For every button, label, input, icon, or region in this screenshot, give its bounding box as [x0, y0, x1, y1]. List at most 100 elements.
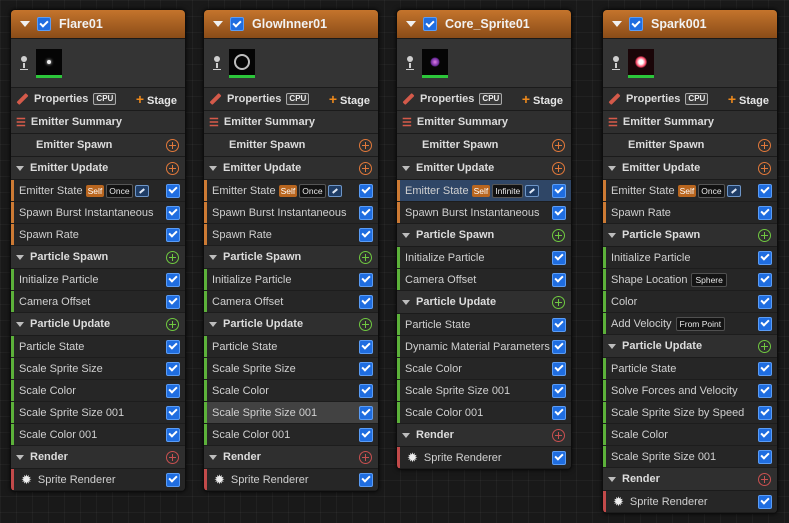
- section-header[interactable]: Emitter Spawn: [11, 134, 185, 157]
- chevron-down-icon[interactable]: [608, 165, 616, 171]
- add-stage-button[interactable]: + Stage: [522, 91, 563, 107]
- module-row[interactable]: Camera Offset: [11, 291, 185, 313]
- pin-icon[interactable]: [405, 56, 415, 70]
- module-row[interactable]: Particle State: [603, 358, 777, 380]
- module-enable-checkbox[interactable]: [166, 472, 180, 487]
- section-header[interactable]: ☰ Emitter Summary: [603, 111, 777, 134]
- enable-checkbox[interactable]: [37, 17, 51, 31]
- add-stage-button[interactable]: + Stage: [136, 91, 177, 107]
- section-header[interactable]: Emitter Spawn: [397, 134, 571, 157]
- collapse-caret-icon[interactable]: [406, 21, 416, 27]
- add-module-button[interactable]: [359, 450, 372, 464]
- module-row[interactable]: Scale Sprite Size 001: [11, 402, 185, 424]
- module-row[interactable]: Scale Sprite Size by Speed: [603, 402, 777, 424]
- module-enable-checkbox[interactable]: [758, 449, 772, 464]
- chevron-down-icon[interactable]: [402, 432, 410, 438]
- module-enable-checkbox[interactable]: [359, 205, 373, 220]
- section-header[interactable]: Particle Spawn: [204, 246, 378, 269]
- add-module-button[interactable]: [166, 138, 179, 152]
- module-row[interactable]: Scale Color 001: [204, 424, 378, 446]
- module-row[interactable]: Scale Color 001: [397, 402, 571, 424]
- add-module-button[interactable]: [758, 161, 771, 175]
- module-enable-checkbox[interactable]: [166, 294, 180, 309]
- edit-curve-icon[interactable]: [327, 184, 342, 197]
- add-module-button[interactable]: [552, 138, 565, 152]
- section-header[interactable]: Render: [204, 446, 378, 469]
- chevron-down-icon[interactable]: [16, 254, 24, 260]
- module-enable-checkbox[interactable]: [166, 405, 180, 420]
- module-enable-checkbox[interactable]: [359, 183, 373, 198]
- module-row[interactable]: ✹ Sprite Renderer: [397, 447, 571, 469]
- module-enable-checkbox[interactable]: [552, 317, 566, 332]
- properties-bar[interactable]: Properties CPU + Stage: [603, 88, 777, 111]
- add-stage-button[interactable]: + Stage: [728, 91, 769, 107]
- module-row[interactable]: ✹ Sprite Renderer: [603, 491, 777, 513]
- module-row[interactable]: ✹ Sprite Renderer: [11, 469, 185, 491]
- enable-checkbox[interactable]: [629, 17, 643, 31]
- add-module-button[interactable]: [166, 250, 179, 264]
- module-enable-checkbox[interactable]: [166, 339, 180, 354]
- chevron-down-icon[interactable]: [402, 165, 410, 171]
- module-enable-checkbox[interactable]: [359, 361, 373, 376]
- module-row[interactable]: Scale Sprite Size: [204, 358, 378, 380]
- add-module-button[interactable]: [552, 228, 565, 242]
- chevron-down-icon[interactable]: [402, 232, 410, 238]
- edit-curve-icon[interactable]: [134, 184, 149, 197]
- module-row[interactable]: Scale Color: [603, 424, 777, 446]
- chevron-down-icon[interactable]: [608, 476, 616, 482]
- add-stage-button[interactable]: + Stage: [329, 91, 370, 107]
- section-header[interactable]: ☰ Emitter Summary: [204, 111, 378, 134]
- module-row[interactable]: Spawn Burst Instantaneous: [397, 202, 571, 224]
- module-enable-checkbox[interactable]: [359, 272, 373, 287]
- module-row[interactable]: Scale Sprite Size 001: [603, 446, 777, 468]
- pin-icon[interactable]: [212, 56, 222, 70]
- module-row[interactable]: Scale Sprite Size 001: [397, 380, 571, 402]
- add-module-button[interactable]: [758, 228, 771, 242]
- module-row[interactable]: Initialize Particle: [603, 247, 777, 269]
- module-row[interactable]: Dynamic Material Parameters: [397, 336, 571, 358]
- module-row[interactable]: Emitter State Self Once: [204, 180, 378, 202]
- add-module-button[interactable]: [166, 450, 179, 464]
- module-row[interactable]: Particle State: [397, 314, 571, 336]
- module-row[interactable]: Camera Offset: [397, 269, 571, 291]
- section-header[interactable]: Render: [397, 424, 571, 447]
- module-enable-checkbox[interactable]: [359, 405, 373, 420]
- module-enable-checkbox[interactable]: [758, 361, 772, 376]
- module-enable-checkbox[interactable]: [552, 272, 566, 287]
- module-row[interactable]: Spawn Rate: [603, 202, 777, 224]
- module-enable-checkbox[interactable]: [758, 250, 772, 265]
- chevron-down-icon[interactable]: [16, 321, 24, 327]
- section-header[interactable]: Particle Update: [397, 291, 571, 314]
- module-row[interactable]: Shape Location Sphere: [603, 269, 777, 291]
- add-module-button[interactable]: [758, 472, 771, 486]
- module-enable-checkbox[interactable]: [758, 383, 772, 398]
- module-enable-checkbox[interactable]: [552, 339, 566, 354]
- module-enable-checkbox[interactable]: [166, 227, 180, 242]
- module-row[interactable]: Emitter State Self Once: [11, 180, 185, 202]
- enable-checkbox[interactable]: [230, 17, 244, 31]
- add-module-button[interactable]: [552, 428, 565, 442]
- module-enable-checkbox[interactable]: [166, 205, 180, 220]
- module-row[interactable]: Particle State: [11, 336, 185, 358]
- chevron-down-icon[interactable]: [209, 254, 217, 260]
- module-row[interactable]: Emitter State Self Once: [603, 180, 777, 202]
- enable-checkbox[interactable]: [423, 17, 437, 31]
- pin-icon[interactable]: [19, 56, 29, 70]
- chevron-down-icon[interactable]: [209, 454, 217, 460]
- module-enable-checkbox[interactable]: [166, 383, 180, 398]
- module-row[interactable]: Scale Sprite Size 001: [204, 402, 378, 424]
- chevron-down-icon[interactable]: [209, 165, 217, 171]
- module-enable-checkbox[interactable]: [758, 183, 772, 198]
- section-header[interactable]: Emitter Spawn: [603, 134, 777, 157]
- module-row[interactable]: Initialize Particle: [204, 269, 378, 291]
- module-enable-checkbox[interactable]: [758, 205, 772, 220]
- add-module-button[interactable]: [758, 339, 771, 353]
- module-enable-checkbox[interactable]: [166, 427, 180, 442]
- pin-icon[interactable]: [611, 56, 621, 70]
- module-row[interactable]: Scale Color: [397, 358, 571, 380]
- chevron-down-icon[interactable]: [608, 343, 616, 349]
- module-enable-checkbox[interactable]: [758, 294, 772, 309]
- section-header[interactable]: Particle Spawn: [11, 246, 185, 269]
- emitter-header[interactable]: Core_Sprite01: [397, 10, 571, 39]
- add-module-button[interactable]: [758, 138, 771, 152]
